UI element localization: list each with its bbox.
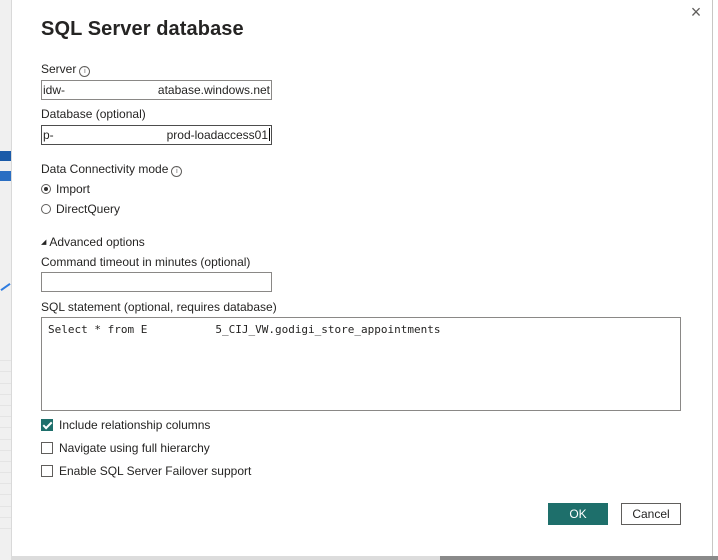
database-value-start: p- <box>43 128 54 142</box>
sql-server-dialog: × SQL Server database Server i idw- ataba… <box>12 0 713 556</box>
background-rows <box>0 350 11 529</box>
text-caret <box>269 128 270 141</box>
database-label: Database (optional) <box>41 107 146 121</box>
background-chart-line <box>0 283 11 291</box>
advanced-options-toggle[interactable]: ◢ Advanced options <box>41 235 145 249</box>
checkbox-label: Navigate using full hierarchy <box>59 441 210 455</box>
radio-directquery[interactable]: DirectQuery <box>41 202 120 216</box>
database-input[interactable]: p- prod-loadaccess01 <box>41 125 272 145</box>
checkbox-include-relationship[interactable]: Include relationship columns <box>41 418 210 432</box>
connectivity-label-row: Data Connectivity mode i <box>41 162 183 177</box>
database-value-end: prod-loadaccess01 <box>166 128 268 142</box>
sql-statement-input[interactable]: Select * from E 5_CIJ_VW.godigi_store_app… <box>41 317 681 411</box>
server-label: Server <box>41 62 77 76</box>
database-value-end-wrap: prod-loadaccess01 <box>167 126 270 144</box>
close-icon[interactable]: × <box>686 2 706 22</box>
server-value-end: atabase.windows.net <box>157 83 270 97</box>
advanced-options-label: Advanced options <box>49 235 145 249</box>
radio-directquery-icon[interactable] <box>41 204 51 214</box>
checkbox-unchecked-icon[interactable] <box>41 442 53 454</box>
sql-statement-label: SQL statement (optional, requires databa… <box>41 300 277 314</box>
cancel-button[interactable]: Cancel <box>621 503 681 525</box>
info-icon[interactable]: i <box>79 66 91 77</box>
checkbox-label: Include relationship columns <box>59 418 211 432</box>
checkbox-failover-support[interactable]: Enable SQL Server Failover support <box>41 464 251 478</box>
checkbox-checked-icon[interactable] <box>41 419 53 431</box>
background-scrollbar <box>440 556 718 560</box>
checkbox-label: Enable SQL Server Failover support <box>59 464 252 478</box>
radio-import[interactable]: Import <box>41 182 90 196</box>
radio-import-label: Import <box>56 182 91 196</box>
server-label-row: Server i <box>41 62 91 77</box>
radio-import-icon[interactable] <box>41 184 51 194</box>
checkbox-unchecked-icon[interactable] <box>41 465 53 477</box>
server-value-start: idw- <box>43 83 66 97</box>
timeout-label: Command timeout in minutes (optional) <box>41 255 251 269</box>
server-input[interactable]: idw- atabase.windows.net <box>41 80 272 100</box>
dialog-title: SQL Server database <box>41 18 244 40</box>
sql-text-start: Select * from E <box>48 323 148 336</box>
triangle-expand-icon: ◢ <box>41 239 47 246</box>
ok-button[interactable]: OK <box>548 503 608 525</box>
info-icon[interactable]: i <box>171 166 183 177</box>
background-app-strip <box>0 0 12 560</box>
checkbox-navigate-hierarchy[interactable]: Navigate using full hierarchy <box>41 441 210 455</box>
background-chip <box>0 151 11 161</box>
timeout-input[interactable] <box>41 272 272 292</box>
radio-directquery-label: DirectQuery <box>56 202 121 216</box>
sql-text-end: 5_CIJ_VW.godigi_store_appointments <box>215 323 441 336</box>
connectivity-label: Data Connectivity mode <box>41 162 169 176</box>
background-chip <box>0 171 11 181</box>
